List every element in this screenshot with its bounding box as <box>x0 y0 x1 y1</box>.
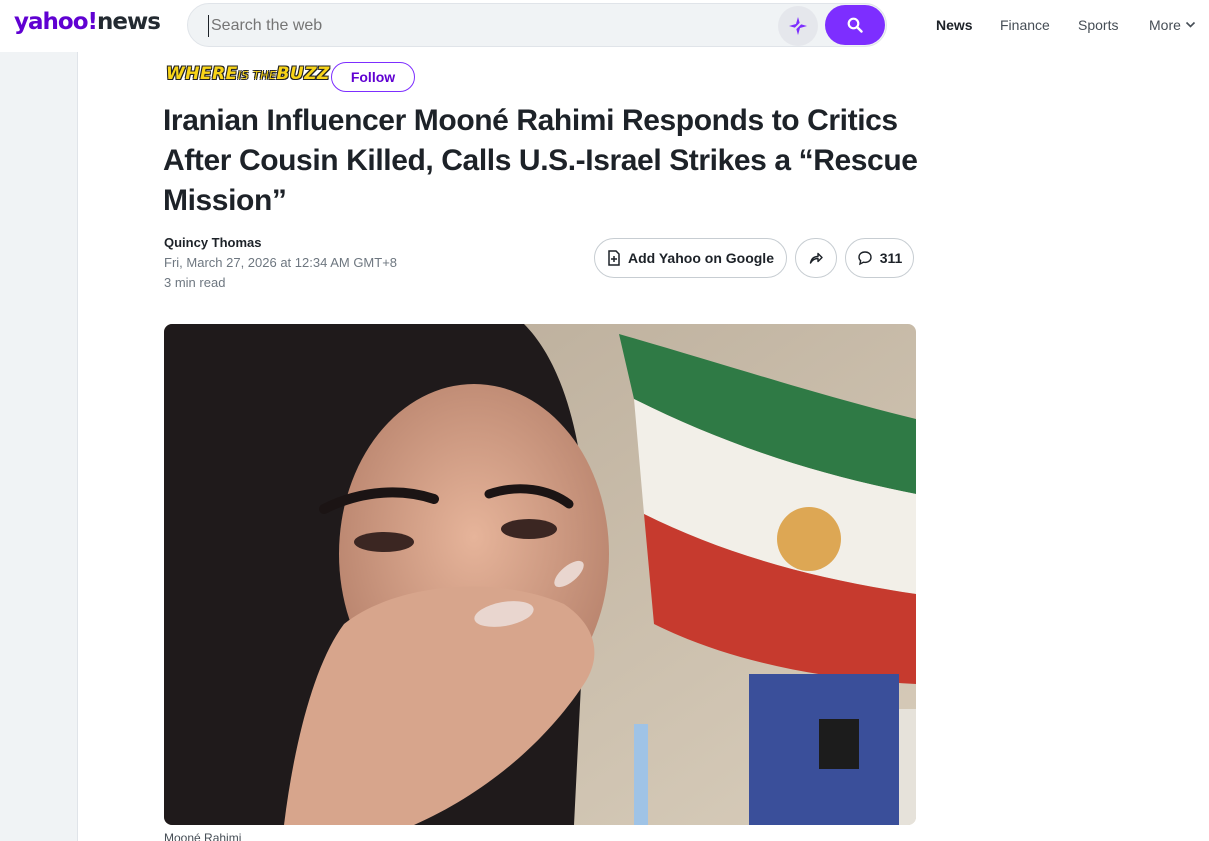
add-yahoo-on-google-button[interactable]: Add Yahoo on Google <box>594 238 787 278</box>
brand-logo-word-3: BUZZ <box>276 64 330 84</box>
share-button[interactable] <box>795 238 837 278</box>
article-headline: Iranian Influencer Mooné Rahimi Responds… <box>163 104 918 217</box>
logo-yahoo-text: yahoo! <box>14 9 98 35</box>
share-icon <box>809 252 823 264</box>
add-document-icon <box>608 250 620 266</box>
image-caption: Mooné Rahimi <box>164 831 242 841</box>
read-time: 3 min read <box>164 275 226 290</box>
brand-logo-word-2: IS THE <box>237 69 277 82</box>
comment-count: 311 <box>879 250 903 266</box>
search-bar <box>187 3 887 47</box>
search-button[interactable] <box>825 5 885 45</box>
where-is-the-buzz-logo[interactable]: WHEREIS THEBUZZ <box>166 64 330 84</box>
article-hero-image <box>164 324 916 825</box>
publish-date: Fri, March 27, 2026 at 12:34 AM GMT+8 <box>164 255 398 270</box>
hero-photo-illustration <box>164 324 916 825</box>
left-rail <box>0 52 78 841</box>
nav-sports[interactable]: Sports <box>1078 17 1118 33</box>
site-header: yahoo!news News Finance Sports More <box>0 0 1209 52</box>
comment-icon <box>858 251 872 266</box>
brand-logo-word-1: WHERE <box>166 64 238 84</box>
add-yahoo-on-google-label: Add Yahoo on Google <box>628 250 774 266</box>
follow-button[interactable]: Follow <box>331 62 415 92</box>
nav-finance[interactable]: Finance <box>1000 17 1050 33</box>
nav-more-label: More <box>1149 17 1181 33</box>
ai-search-button[interactable] <box>778 6 818 46</box>
nav-news[interactable]: News <box>936 17 973 33</box>
yahoo-news-logo[interactable]: yahoo!news <box>14 9 161 35</box>
search-icon <box>847 17 863 33</box>
search-input[interactable] <box>208 15 748 37</box>
sparkle-icon <box>789 17 807 35</box>
comments-button[interactable]: 311 <box>845 238 914 278</box>
logo-news-text: news <box>96 9 161 35</box>
chevron-down-icon <box>1185 21 1195 28</box>
nav-more[interactable]: More <box>1149 17 1196 33</box>
author-name[interactable]: Quincy Thomas <box>164 235 262 250</box>
